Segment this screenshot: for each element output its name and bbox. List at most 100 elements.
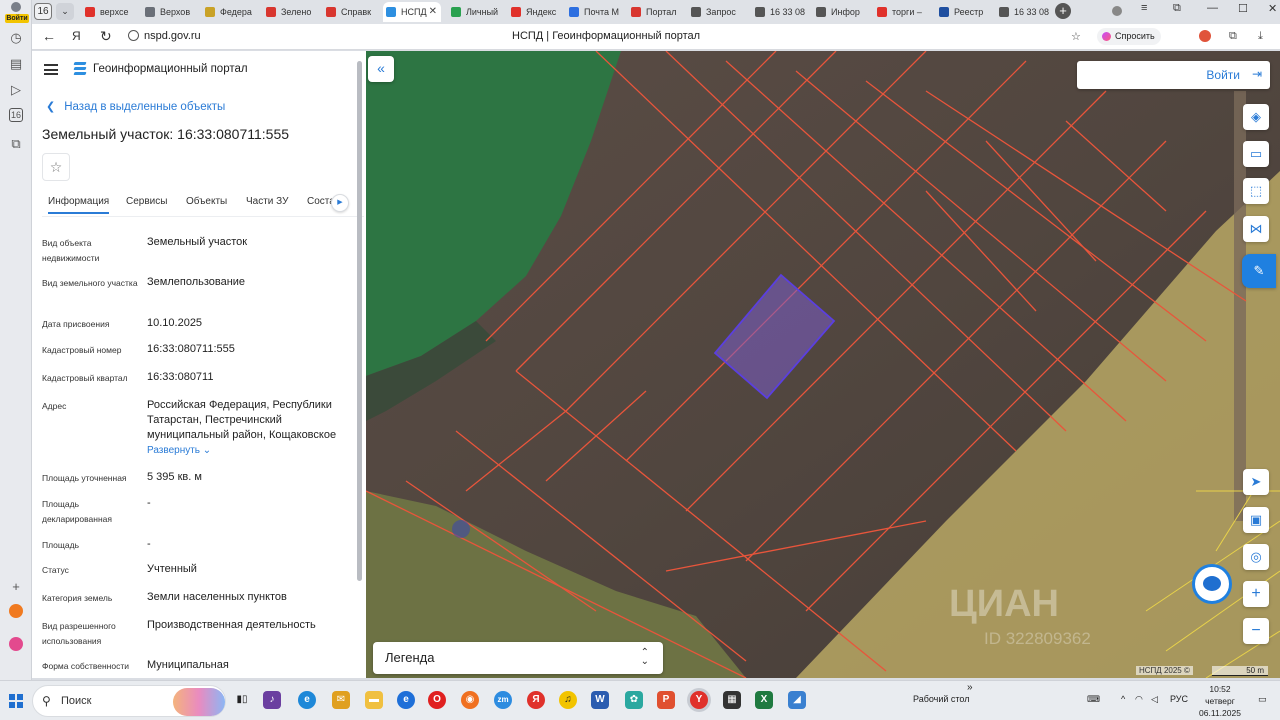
browser-tab[interactable]: Почта М bbox=[566, 2, 622, 22]
url-field[interactable]: nspd.gov.ru bbox=[144, 30, 201, 42]
downloads-icon[interactable]: ⤓ bbox=[1258, 30, 1263, 43]
zoom-in-button[interactable]: + bbox=[1243, 581, 1269, 607]
windows-start-icon[interactable] bbox=[9, 694, 23, 708]
firefox-icon[interactable]: ◉ bbox=[461, 691, 479, 709]
word-icon[interactable]: W bbox=[591, 691, 609, 709]
expand-address-link[interactable]: Развернуть ⌄ bbox=[147, 445, 211, 456]
paint-icon[interactable]: ◢ bbox=[788, 691, 806, 709]
browser-tab[interactable]: Личный bbox=[448, 2, 504, 22]
reload-icon[interactable]: ↻ bbox=[100, 28, 112, 45]
play-icon[interactable]: ▷ bbox=[7, 81, 25, 99]
file-explorer-icon[interactable]: ▬ bbox=[365, 691, 383, 709]
edge-icon[interactable]: e bbox=[298, 691, 316, 709]
browser-tab[interactable]: 16 33 08 bbox=[996, 2, 1052, 22]
browser-tab[interactable]: Федера bbox=[202, 2, 258, 22]
site-info-icon[interactable] bbox=[128, 30, 139, 41]
panel-scrollbar[interactable] bbox=[357, 61, 362, 581]
yandex-browser-icon[interactable]: Я bbox=[527, 691, 545, 709]
collapse-panel-button[interactable]: « bbox=[368, 56, 394, 82]
menu-icon[interactable] bbox=[44, 64, 58, 75]
taskbar-search[interactable]: ⚲ Поиск bbox=[32, 685, 226, 717]
collections-icon[interactable]: ▤ bbox=[7, 55, 25, 73]
browser-tab[interactable]: Реестр bbox=[936, 2, 992, 22]
browser-tab[interactable]: Верхов bbox=[142, 2, 198, 22]
network-icon[interactable]: ◠ bbox=[1135, 694, 1143, 705]
chat-button[interactable] bbox=[1192, 564, 1232, 604]
browser-tab[interactable]: Запрос bbox=[688, 2, 744, 22]
login-button[interactable]: Войти ⇥ bbox=[1077, 61, 1270, 89]
language-indicator[interactable]: РУС bbox=[1170, 694, 1188, 704]
tab-count[interactable]: 16 bbox=[34, 3, 52, 20]
profile-button[interactable]: Войти bbox=[3, 2, 29, 23]
browser-tab[interactable]: 16 33 08 bbox=[752, 2, 808, 22]
new-tab-button[interactable]: + bbox=[1055, 3, 1071, 19]
ie-icon[interactable]: e bbox=[397, 691, 415, 709]
map-view[interactable]: « Войти ⇥ ◈ ▭ ⬚ ⋈ ✎ ➤ ▣ ◎ + − ЦИАН ID 32… bbox=[366, 51, 1280, 678]
notifications-icon[interactable]: ▭ bbox=[1258, 694, 1267, 705]
account-icon[interactable] bbox=[1112, 6, 1122, 16]
tab-close-icon[interactable]: ✕ bbox=[429, 2, 437, 22]
bookmark-icon[interactable]: ☆ bbox=[1071, 30, 1081, 43]
minimize-icon[interactable]: — bbox=[1207, 2, 1218, 14]
selection-icon[interactable]: ⬚ bbox=[1243, 178, 1269, 204]
mail-app-icon[interactable]: ✉ bbox=[332, 691, 350, 709]
tab-label: Верхов bbox=[160, 7, 191, 17]
yandex-music-icon[interactable]: ♫ bbox=[559, 691, 577, 709]
ask-button[interactable]: Спросить bbox=[1097, 28, 1161, 45]
favorite-star-icon[interactable]: ☆ bbox=[42, 153, 70, 181]
app-icon-teal[interactable]: ✿ bbox=[625, 691, 643, 709]
zoom-icon[interactable]: zm bbox=[494, 691, 512, 709]
panel-tab[interactable]: Информация bbox=[48, 196, 110, 214]
reader-icon[interactable]: ⧉ bbox=[1229, 30, 1237, 43]
layers-icon[interactable]: ◈ bbox=[1243, 104, 1269, 130]
geolocation-icon[interactable]: ➤ bbox=[1243, 469, 1269, 495]
tabs-counter-icon[interactable]: 16 bbox=[9, 108, 23, 122]
pdf-icon[interactable]: P bbox=[657, 691, 675, 709]
back-icon[interactable]: ← bbox=[42, 28, 56, 44]
add-icon[interactable]: + bbox=[7, 578, 25, 596]
browser-tab[interactable]: НСПД ✕ bbox=[383, 2, 441, 22]
zen-icon[interactable] bbox=[9, 604, 23, 618]
panel-tab[interactable]: Части ЗУ bbox=[246, 196, 288, 207]
bookmarks-icon[interactable]: ≡ bbox=[1141, 2, 1147, 14]
alice-icon[interactable] bbox=[9, 637, 23, 651]
volume-icon[interactable]: ◁ bbox=[1151, 694, 1158, 705]
excel-icon[interactable]: X bbox=[755, 691, 773, 709]
browser-tab[interactable]: верхсе bbox=[82, 2, 138, 22]
legend-selector[interactable]: Легенда ⌃ ⌄ bbox=[373, 642, 663, 674]
map-canvas[interactable] bbox=[366, 51, 1280, 678]
ruler-icon[interactable]: ▭ bbox=[1243, 141, 1269, 167]
share-icon[interactable]: ⋈ bbox=[1243, 216, 1269, 242]
tray-up-icon[interactable]: ^ bbox=[1121, 694, 1125, 704]
clock[interactable]: 10:52 четверг 06.11.2025 bbox=[1198, 683, 1242, 719]
browser-tab[interactable]: Справк bbox=[323, 2, 379, 22]
tab-menu-chevron-icon[interactable]: ⌄ bbox=[56, 3, 74, 20]
browser-tab[interactable]: Зелено bbox=[263, 2, 319, 22]
yandex-icon[interactable]: Я bbox=[72, 29, 81, 43]
show-more-icon[interactable]: » bbox=[967, 682, 973, 693]
opera-icon[interactable]: O bbox=[428, 691, 446, 709]
browser-tab[interactable]: торги – bbox=[874, 2, 930, 22]
keyboard-icon[interactable]: ⌨ bbox=[1087, 694, 1100, 705]
browser-tab[interactable]: Яндекс bbox=[508, 2, 564, 22]
minimap-icon[interactable]: ▣ bbox=[1243, 507, 1269, 533]
panel-tab[interactable]: Объекты bbox=[186, 196, 227, 207]
back-to-selected-link[interactable]: ❮ Назад в выделенные объекты bbox=[46, 100, 225, 113]
yandex-active-icon[interactable]: Y bbox=[690, 691, 708, 709]
history-icon[interactable]: ◷ bbox=[7, 29, 25, 47]
app-icon-purple[interactable]: ♪ bbox=[263, 691, 281, 709]
app-icon-dark[interactable]: ▦ bbox=[723, 691, 741, 709]
extension-icon[interactable] bbox=[1199, 30, 1211, 42]
restore-icon[interactable]: ⧉ bbox=[1173, 2, 1181, 15]
zoom-out-button[interactable]: − bbox=[1243, 618, 1269, 644]
maximize-icon[interactable]: ☐ bbox=[1238, 2, 1248, 15]
browser-tab[interactable]: Портал bbox=[628, 2, 684, 22]
screenshot-icon[interactable]: ⧉ bbox=[7, 135, 25, 153]
task-view-icon[interactable]: ▮▯ bbox=[233, 691, 251, 709]
close-window-icon[interactable]: ✕ bbox=[1268, 2, 1277, 15]
feedback-icon[interactable]: ✎ bbox=[1242, 254, 1276, 288]
tabs-next-icon[interactable]: ▶ bbox=[331, 194, 349, 212]
panel-tab[interactable]: Сервисы bbox=[126, 196, 167, 207]
map-search-icon[interactable]: ◎ bbox=[1243, 544, 1269, 570]
browser-tab[interactable]: Инфор bbox=[813, 2, 869, 22]
